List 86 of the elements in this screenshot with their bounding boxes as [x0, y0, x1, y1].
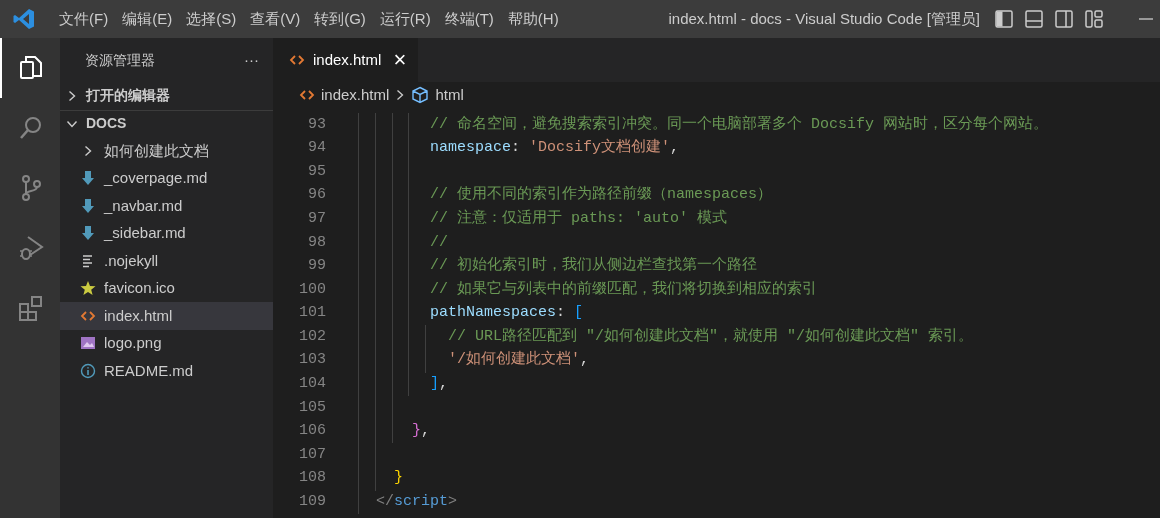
editor-tab[interactable]: index.html ×: [273, 38, 419, 82]
code-property: namespace: [430, 138, 512, 159]
menu-item[interactable]: 运行(R): [372, 7, 438, 31]
line-number: 108: [298, 468, 326, 489]
code-comment: // 初始化索引时，我们从侧边栏查找第一个路径: [430, 255, 758, 277]
menu-item[interactable]: 帮助(H): [500, 7, 566, 31]
line-number: 101: [298, 303, 326, 324]
code-tag-bracket: >: [448, 492, 458, 513]
menu-item[interactable]: 终端(T): [437, 7, 501, 31]
line-number: 95: [307, 161, 326, 182]
code-bracket: [: [574, 303, 584, 324]
line-number: 106: [298, 421, 326, 442]
star-icon: [80, 280, 96, 297]
file-item[interactable]: _coverpage.md: [60, 164, 273, 192]
menu-item[interactable]: 查看(V): [243, 7, 308, 31]
breadcrumb-item[interactable]: html: [411, 83, 464, 107]
line-number: 102: [298, 326, 326, 347]
code-bracket: }: [412, 421, 422, 442]
panel-toggle-icon[interactable]: [994, 9, 1014, 29]
chevron-icon: [395, 89, 406, 101]
file-item[interactable]: README.md: [60, 357, 273, 385]
code-tag: script: [394, 491, 449, 514]
line-number: 104: [298, 374, 326, 395]
line-number: 99: [307, 256, 326, 277]
explorer-title: 资源管理器: [85, 50, 155, 70]
line-number: 94: [307, 138, 326, 159]
line-number: 100: [298, 279, 326, 300]
breadcrumb-item[interactable]: index.html: [299, 83, 390, 107]
menu-item[interactable]: 编辑(E): [115, 7, 180, 31]
folder-item[interactable]: 如何创建此文档: [60, 137, 273, 165]
file-item[interactable]: _sidebar.md: [60, 219, 273, 247]
code-punctuation: :: [511, 138, 522, 159]
code-comment: // 命名空间，避免搜索索引冲突。同一个电脑部署多个 Docsify 网站时，区分每个网站。: [430, 114, 1049, 135]
code-bracket: ]: [430, 374, 440, 395]
code-tag-bracket: </: [376, 492, 395, 513]
panel-toggle-icon[interactable]: [1054, 9, 1074, 29]
section-header[interactable]: DOCS: [86, 113, 127, 135]
code-comment: // 注意：仅适用于 paths: 'auto' 模式: [430, 208, 728, 229]
code-punctuation: ,: [439, 374, 449, 395]
layout-icon[interactable]: [1084, 9, 1104, 29]
logo-icon: [12, 7, 36, 31]
code-comment: // 使用不同的索引作为路径前缀（namespaces）: [430, 184, 773, 206]
menu-item[interactable]: 转到(G): [307, 7, 373, 31]
code-comment: // 如果它与列表中的前缀匹配，我们将切换到相应的索引: [430, 279, 818, 300]
code-property: pathNamespaces: [430, 303, 557, 324]
section-header[interactable]: 打开的编辑器: [86, 85, 170, 107]
download-arrow-icon: [81, 170, 95, 187]
line-number: 97: [307, 208, 326, 229]
code-punctuation: ,: [670, 138, 680, 159]
line-number: 109: [298, 492, 326, 513]
code-string: '/如何创建此文档': [448, 349, 581, 371]
line-number: 103: [298, 350, 326, 371]
menu-item[interactable]: 选择(S): [179, 7, 244, 31]
files-icon[interactable]: [17, 54, 45, 82]
file-item[interactable]: .nojekyll: [60, 247, 273, 275]
line-number: 98: [307, 232, 326, 253]
extensions-icon[interactable]: [17, 294, 45, 322]
chevron-icon[interactable]: [66, 89, 78, 102]
cube-icon: [411, 86, 430, 104]
code-string: 'Docsify文档创建': [529, 137, 671, 159]
image-icon: [80, 335, 96, 352]
code-punctuation: :: [556, 303, 567, 324]
code-punctuation: ,: [580, 350, 590, 371]
code-bracket: }: [394, 468, 404, 489]
line-number: 93: [307, 114, 326, 135]
more-actions-button[interactable]: ···: [244, 48, 259, 72]
close-button[interactable]: ×: [393, 49, 407, 71]
run-debug-icon[interactable]: [17, 234, 45, 262]
file-item[interactable]: _navbar.md: [60, 192, 273, 220]
lines-icon: [81, 252, 95, 269]
panel-toggle-icon[interactable]: [1024, 9, 1044, 29]
line-number: 96: [307, 185, 326, 206]
file-item[interactable]: favicon.ico: [60, 274, 273, 302]
chevron-icon[interactable]: [82, 144, 94, 157]
file-item[interactable]: index.html: [60, 302, 273, 330]
file-item[interactable]: logo.png: [60, 329, 273, 357]
menu-item[interactable]: 文件(F): [52, 7, 116, 31]
window-title: index.html - docs - Visual Studio Code [管理员]: [668, 8, 980, 29]
download-arrow-icon: [81, 225, 95, 242]
code-comment: //: [430, 232, 449, 253]
download-arrow-icon: [81, 197, 95, 214]
line-number: 107: [298, 444, 326, 465]
line-number: 105: [298, 397, 326, 418]
code-punctuation: ,: [421, 421, 431, 442]
code-comment: // URL路径匹配到 "/如何创建此文档"，就使用 "/如何创建此文档" 索引。: [448, 326, 974, 347]
info-icon: [80, 362, 96, 379]
